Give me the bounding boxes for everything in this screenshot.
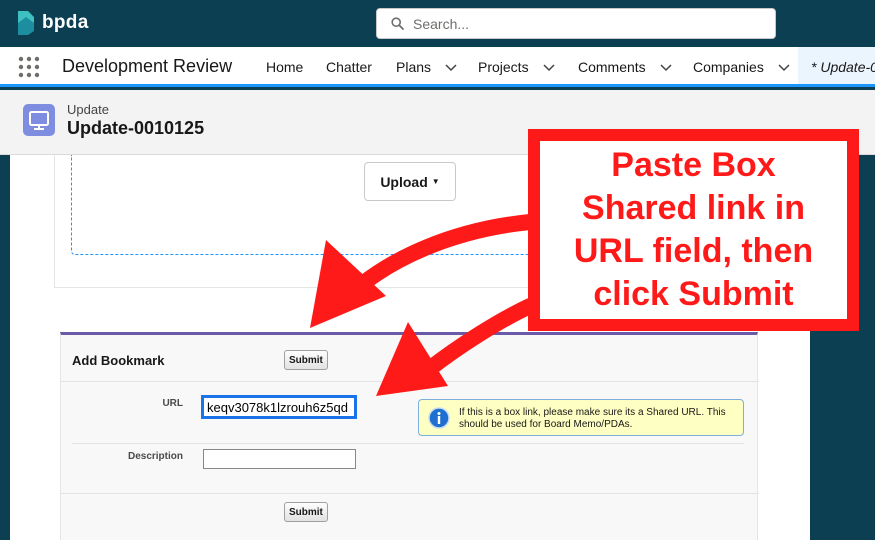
description-label: Description [127, 451, 183, 462]
chevron-down-icon[interactable] [778, 61, 790, 73]
nav-item-label: Projects [478, 59, 529, 75]
tab-update-record[interactable]: * Update-0 [798, 47, 875, 84]
app-navigation-bar: Development Review Home Chatter Plans Pr… [0, 47, 875, 87]
nav-item-plans[interactable]: Plans [396, 59, 457, 75]
upload-button-label: Upload [380, 173, 428, 190]
url-input[interactable] [201, 395, 357, 419]
annotation-line: URL field, then [573, 232, 814, 270]
app-launcher-icon[interactable] [18, 56, 40, 78]
nav-item-label: Plans [396, 59, 432, 75]
caret-down-icon: ▼ [431, 177, 440, 186]
search-icon [391, 17, 404, 30]
divider [61, 381, 759, 382]
nav-item-companies[interactable]: Companies [693, 59, 790, 75]
app-name: Development Review [62, 56, 233, 76]
divider [72, 443, 744, 444]
record-type: Update [67, 102, 109, 117]
bpda-logo-icon [18, 11, 34, 35]
bookmark-title: Add Bookmark [72, 353, 165, 368]
description-input[interactable] [203, 449, 356, 469]
divider [61, 493, 759, 494]
nav-item-projects[interactable]: Projects [478, 59, 555, 75]
annotation-callout: Paste Box Shared link in URL field, then… [528, 129, 859, 331]
annotation-line: Shared link in [582, 189, 805, 227]
submit-button-bottom[interactable]: Submit [284, 502, 328, 522]
brand-logo[interactable]: bpda [16, 9, 89, 37]
info-text: If this is a box link, please make sure … [459, 407, 726, 430]
global-header: bpda Search... [0, 0, 875, 47]
info-icon [428, 407, 450, 429]
nav-item-home[interactable]: Home [266, 59, 303, 75]
nav-item-label: Companies [693, 59, 764, 75]
chevron-down-icon[interactable] [543, 61, 555, 73]
nav-item-comments[interactable]: Comments [578, 59, 672, 75]
monitor-icon [29, 111, 49, 130]
submit-button-top[interactable]: Submit [284, 350, 328, 370]
annotation-text: Paste Box Shared link in URL field, then… [574, 144, 813, 316]
nav-item-chatter[interactable]: Chatter [326, 59, 372, 75]
nav-item-label: Comments [578, 59, 646, 75]
global-search-input[interactable]: Search... [376, 8, 776, 39]
chevron-down-icon[interactable] [445, 61, 457, 73]
record-icon [23, 104, 55, 136]
search-placeholder: Search... [413, 15, 470, 32]
record-name: Update-0010125 [67, 118, 205, 138]
annotation-line: Paste Box [611, 146, 776, 184]
nav-item-label: Chatter [326, 59, 372, 75]
brand-name: bpda [42, 12, 89, 33]
chevron-down-icon[interactable] [660, 61, 672, 73]
add-bookmark-form: Add Bookmark Submit URL If this is a box… [60, 332, 759, 540]
upload-button[interactable]: Upload ▼ [364, 162, 456, 201]
url-label: URL [162, 398, 183, 409]
annotation-line: click Submit [593, 275, 794, 313]
info-message: If this is a box link, please make sure … [418, 399, 744, 436]
nav-item-label: Home [266, 59, 304, 75]
